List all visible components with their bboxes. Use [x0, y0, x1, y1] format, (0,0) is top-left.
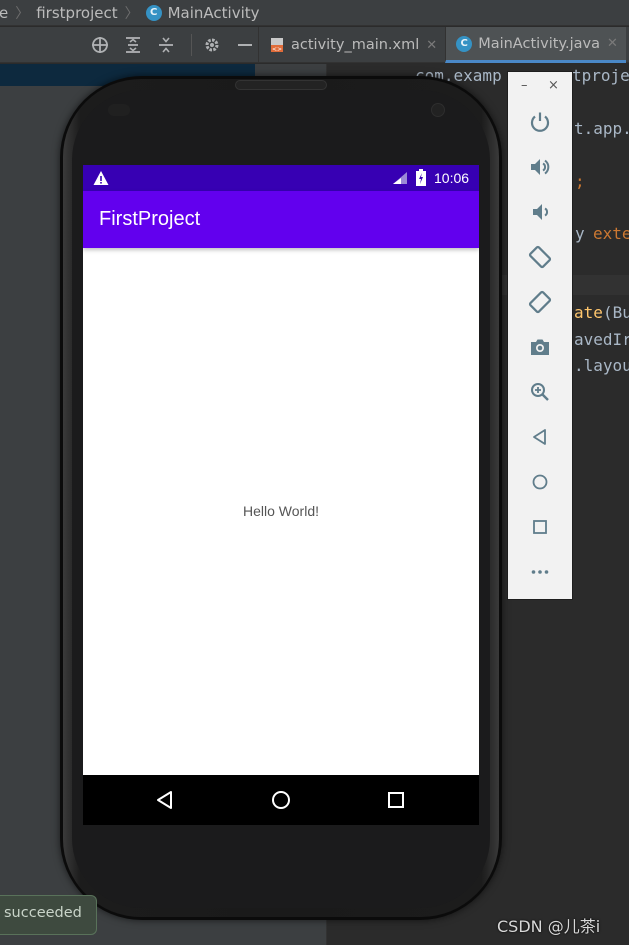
project-pane-tools [86, 27, 264, 63]
collapse-all-icon[interactable] [152, 31, 180, 59]
close-icon[interactable]: ✕ [426, 38, 437, 53]
breadcrumb-item-package[interactable]: firstproject [36, 4, 117, 22]
code-token: avedIr [574, 330, 629, 349]
device-screen[interactable]: 10:06 FirstProject Hello World! [83, 165, 479, 825]
tab-label: MainActivity.java [478, 35, 600, 52]
recents-icon[interactable] [384, 788, 408, 812]
code-token: ate [574, 303, 603, 322]
breadcrumb-item-module[interactable]: e [0, 4, 8, 22]
xml-layout-icon: <> [271, 38, 283, 53]
code-token: y [575, 224, 585, 243]
overview-icon[interactable] [528, 515, 552, 539]
chevron-right-icon: 〉 [124, 5, 139, 22]
build-status-toast[interactable]: succeeded [0, 895, 97, 935]
camera-icon[interactable] [528, 335, 552, 359]
build-status-text: succeeded [4, 905, 82, 921]
code-token: exte [593, 224, 629, 243]
proximity-sensor [108, 104, 130, 116]
close-button[interactable]: × [548, 78, 559, 93]
watermark: CSDN @儿茶i [497, 917, 601, 936]
volume-down-icon[interactable] [528, 200, 552, 224]
gear-icon[interactable] [198, 31, 226, 59]
volume-up-icon[interactable] [528, 155, 552, 179]
tab-label: activity_main.xml [291, 37, 420, 53]
svg-text:<>: <> [272, 46, 282, 53]
minimize-button[interactable]: – [521, 78, 528, 93]
breadcrumb-label: MainActivity [167, 3, 260, 22]
zoom-icon[interactable] [528, 380, 552, 404]
java-class-icon: C [456, 35, 473, 52]
code-token: ; [575, 172, 585, 191]
battery-charging-icon [416, 169, 426, 186]
home-icon[interactable] [528, 470, 552, 494]
hello-text: Hello World! [243, 503, 319, 519]
power-icon[interactable] [528, 110, 552, 134]
chevron-right-icon: 〉 [15, 5, 30, 22]
navigation-bar [83, 775, 479, 825]
code-token: (Bu [603, 303, 629, 322]
rotate-left-icon[interactable] [528, 245, 552, 269]
expand-all-icon[interactable] [119, 31, 147, 59]
rotate-right-icon[interactable] [528, 290, 552, 314]
back-icon[interactable] [528, 425, 552, 449]
breadcrumb-label: firstproject [36, 3, 118, 22]
tab-activity-main-xml[interactable]: <> activity_main.xml ✕ [258, 27, 445, 63]
tab-main-activity-java[interactable]: C MainActivity.java ✕ [445, 27, 626, 63]
emulator-window-controls: – × [508, 78, 572, 98]
toolbar-divider [191, 34, 192, 56]
editor-toolbar: <> activity_main.xml ✕ C MainActivity.ja… [0, 27, 629, 63]
editor-tabs: <> activity_main.xml ✕ C MainActivity.ja… [258, 27, 626, 63]
breadcrumb: e 〉 firstproject 〉 C MainActivity [0, 0, 629, 26]
home-icon[interactable] [269, 788, 293, 812]
warning-icon [93, 171, 109, 185]
emulator-toolbar: – × [507, 71, 573, 600]
breadcrumb-item-class[interactable]: C MainActivity [145, 3, 260, 22]
app-bar: FirstProject [83, 191, 479, 248]
java-class-icon: C [145, 4, 162, 21]
app-title: FirstProject [99, 208, 201, 230]
more-icon[interactable] [528, 560, 552, 584]
front-camera [431, 103, 445, 117]
minimize-icon[interactable] [231, 31, 259, 59]
crosshair-icon[interactable] [86, 31, 114, 59]
speaker-grill [235, 80, 327, 90]
code-token: .layou [574, 356, 629, 375]
signal-icon [393, 172, 407, 184]
back-icon[interactable] [153, 788, 177, 812]
breadcrumb-label: e [0, 4, 8, 22]
status-bar: 10:06 [83, 165, 479, 191]
status-time: 10:06 [434, 170, 470, 186]
code-token: t.app. [574, 119, 629, 138]
code-token: tproje [572, 66, 629, 85]
close-icon[interactable]: ✕ [607, 36, 618, 51]
